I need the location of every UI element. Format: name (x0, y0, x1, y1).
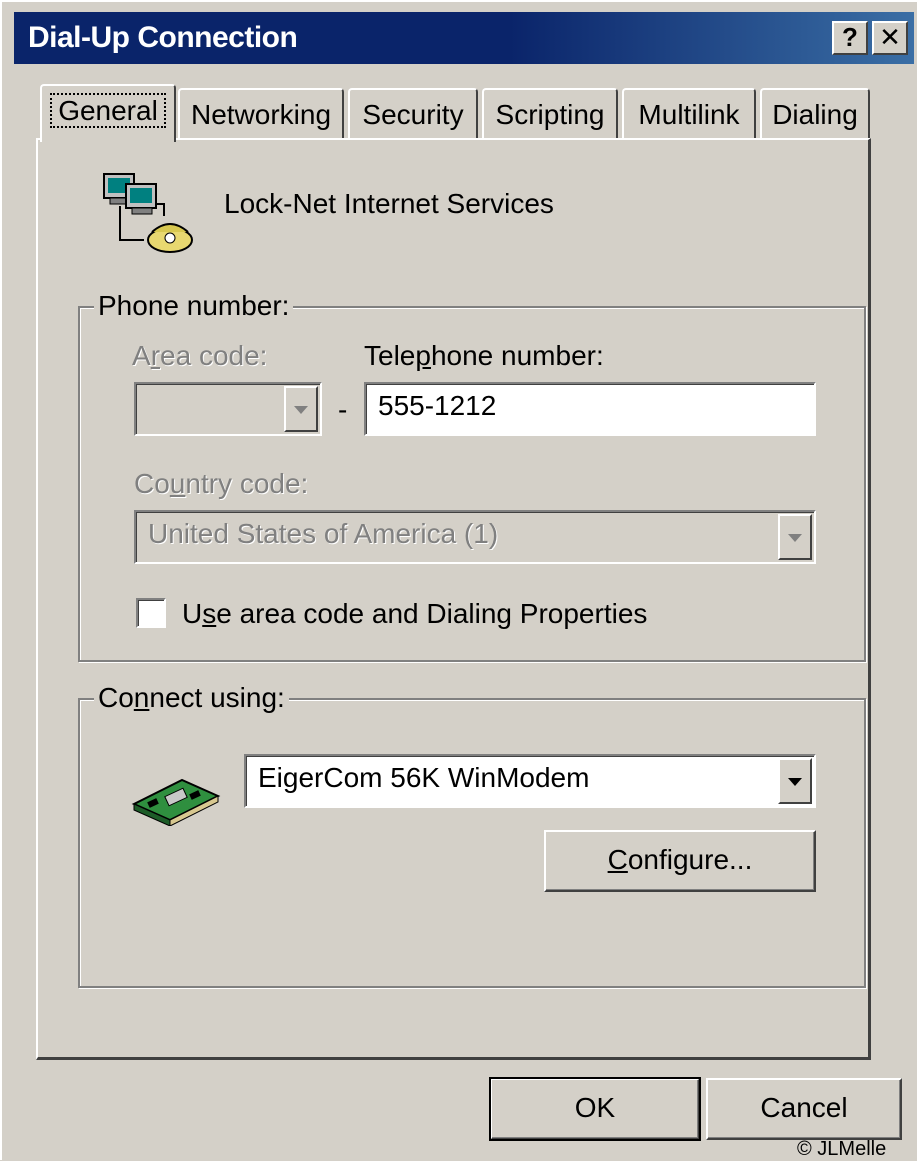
tab-general[interactable]: General (40, 84, 176, 142)
ok-button[interactable]: OK (489, 1077, 701, 1141)
country-code-combo[interactable]: United States of America (1) (134, 510, 816, 564)
general-tab-panel: Lock-Net Internet Services Phone number:… (36, 138, 871, 1060)
country-code-dropdown-button[interactable] (778, 514, 812, 560)
use-dialing-properties-checkbox[interactable] (136, 598, 166, 628)
connection-name: Lock-Net Internet Services (224, 188, 554, 219)
configure-button[interactable]: Configure... (544, 830, 816, 892)
cancel-button[interactable]: Cancel (706, 1078, 902, 1140)
connect-using-group-label: Connect using: (94, 682, 289, 714)
tab-dialing[interactable]: Dialing (760, 88, 870, 138)
dial-up-computer-phone-icon (100, 170, 200, 260)
modem-card-icon (130, 770, 222, 827)
phone-number-group-label: Phone number: (94, 290, 294, 322)
tab-scripting[interactable]: Scripting (482, 88, 618, 138)
tab-dialing-label: Dialing (772, 99, 858, 130)
tab-multilink-label: Multilink (638, 99, 740, 130)
title-bar[interactable]: Dial-Up Connection ? ✕ (14, 12, 914, 64)
help-button[interactable]: ? (832, 21, 868, 55)
telephone-number-label: Telephone number: (364, 340, 604, 371)
use-dialing-properties-label[interactable]: Use area code and Dialing Properties (182, 598, 647, 630)
tab-networking[interactable]: Networking (178, 88, 344, 138)
tab-scripting-label: Scripting (495, 99, 605, 130)
telephone-number-value: 555-1212 (378, 390, 497, 421)
close-button[interactable]: ✕ (872, 21, 908, 55)
area-code-combo[interactable] (134, 382, 322, 436)
window-title: Dial-Up Connection (28, 21, 298, 54)
telephone-number-field[interactable]: 555-1212 (364, 382, 816, 436)
area-code-dropdown-button[interactable] (284, 386, 318, 432)
tab-networking-label: Networking (190, 99, 332, 130)
connect-device-combo[interactable]: EigerCom 56K WinModem (244, 754, 816, 808)
chevron-down-icon (788, 534, 802, 542)
connect-device-dropdown-button[interactable] (778, 758, 812, 804)
phone-separator: - (338, 394, 348, 425)
dialup-connection-dialog: Dial-Up Connection ? ✕ General Networkin… (0, 0, 917, 1160)
tab-general-label: General (50, 93, 166, 128)
chevron-down-icon (788, 778, 802, 786)
copyright-text: © JLMelle (797, 1138, 887, 1160)
tab-security-label: Security (362, 99, 464, 130)
tab-security[interactable]: Security (348, 88, 478, 138)
tab-multilink[interactable]: Multilink (622, 88, 756, 138)
area-code-label: Area code: (132, 340, 268, 371)
country-code-value: United States of America (1) (148, 518, 499, 549)
country-code-label: Country code: (134, 468, 309, 499)
chevron-down-icon (294, 406, 308, 414)
close-icon: ✕ (879, 22, 901, 52)
connect-device-value: EigerCom 56K WinModem (258, 762, 590, 793)
